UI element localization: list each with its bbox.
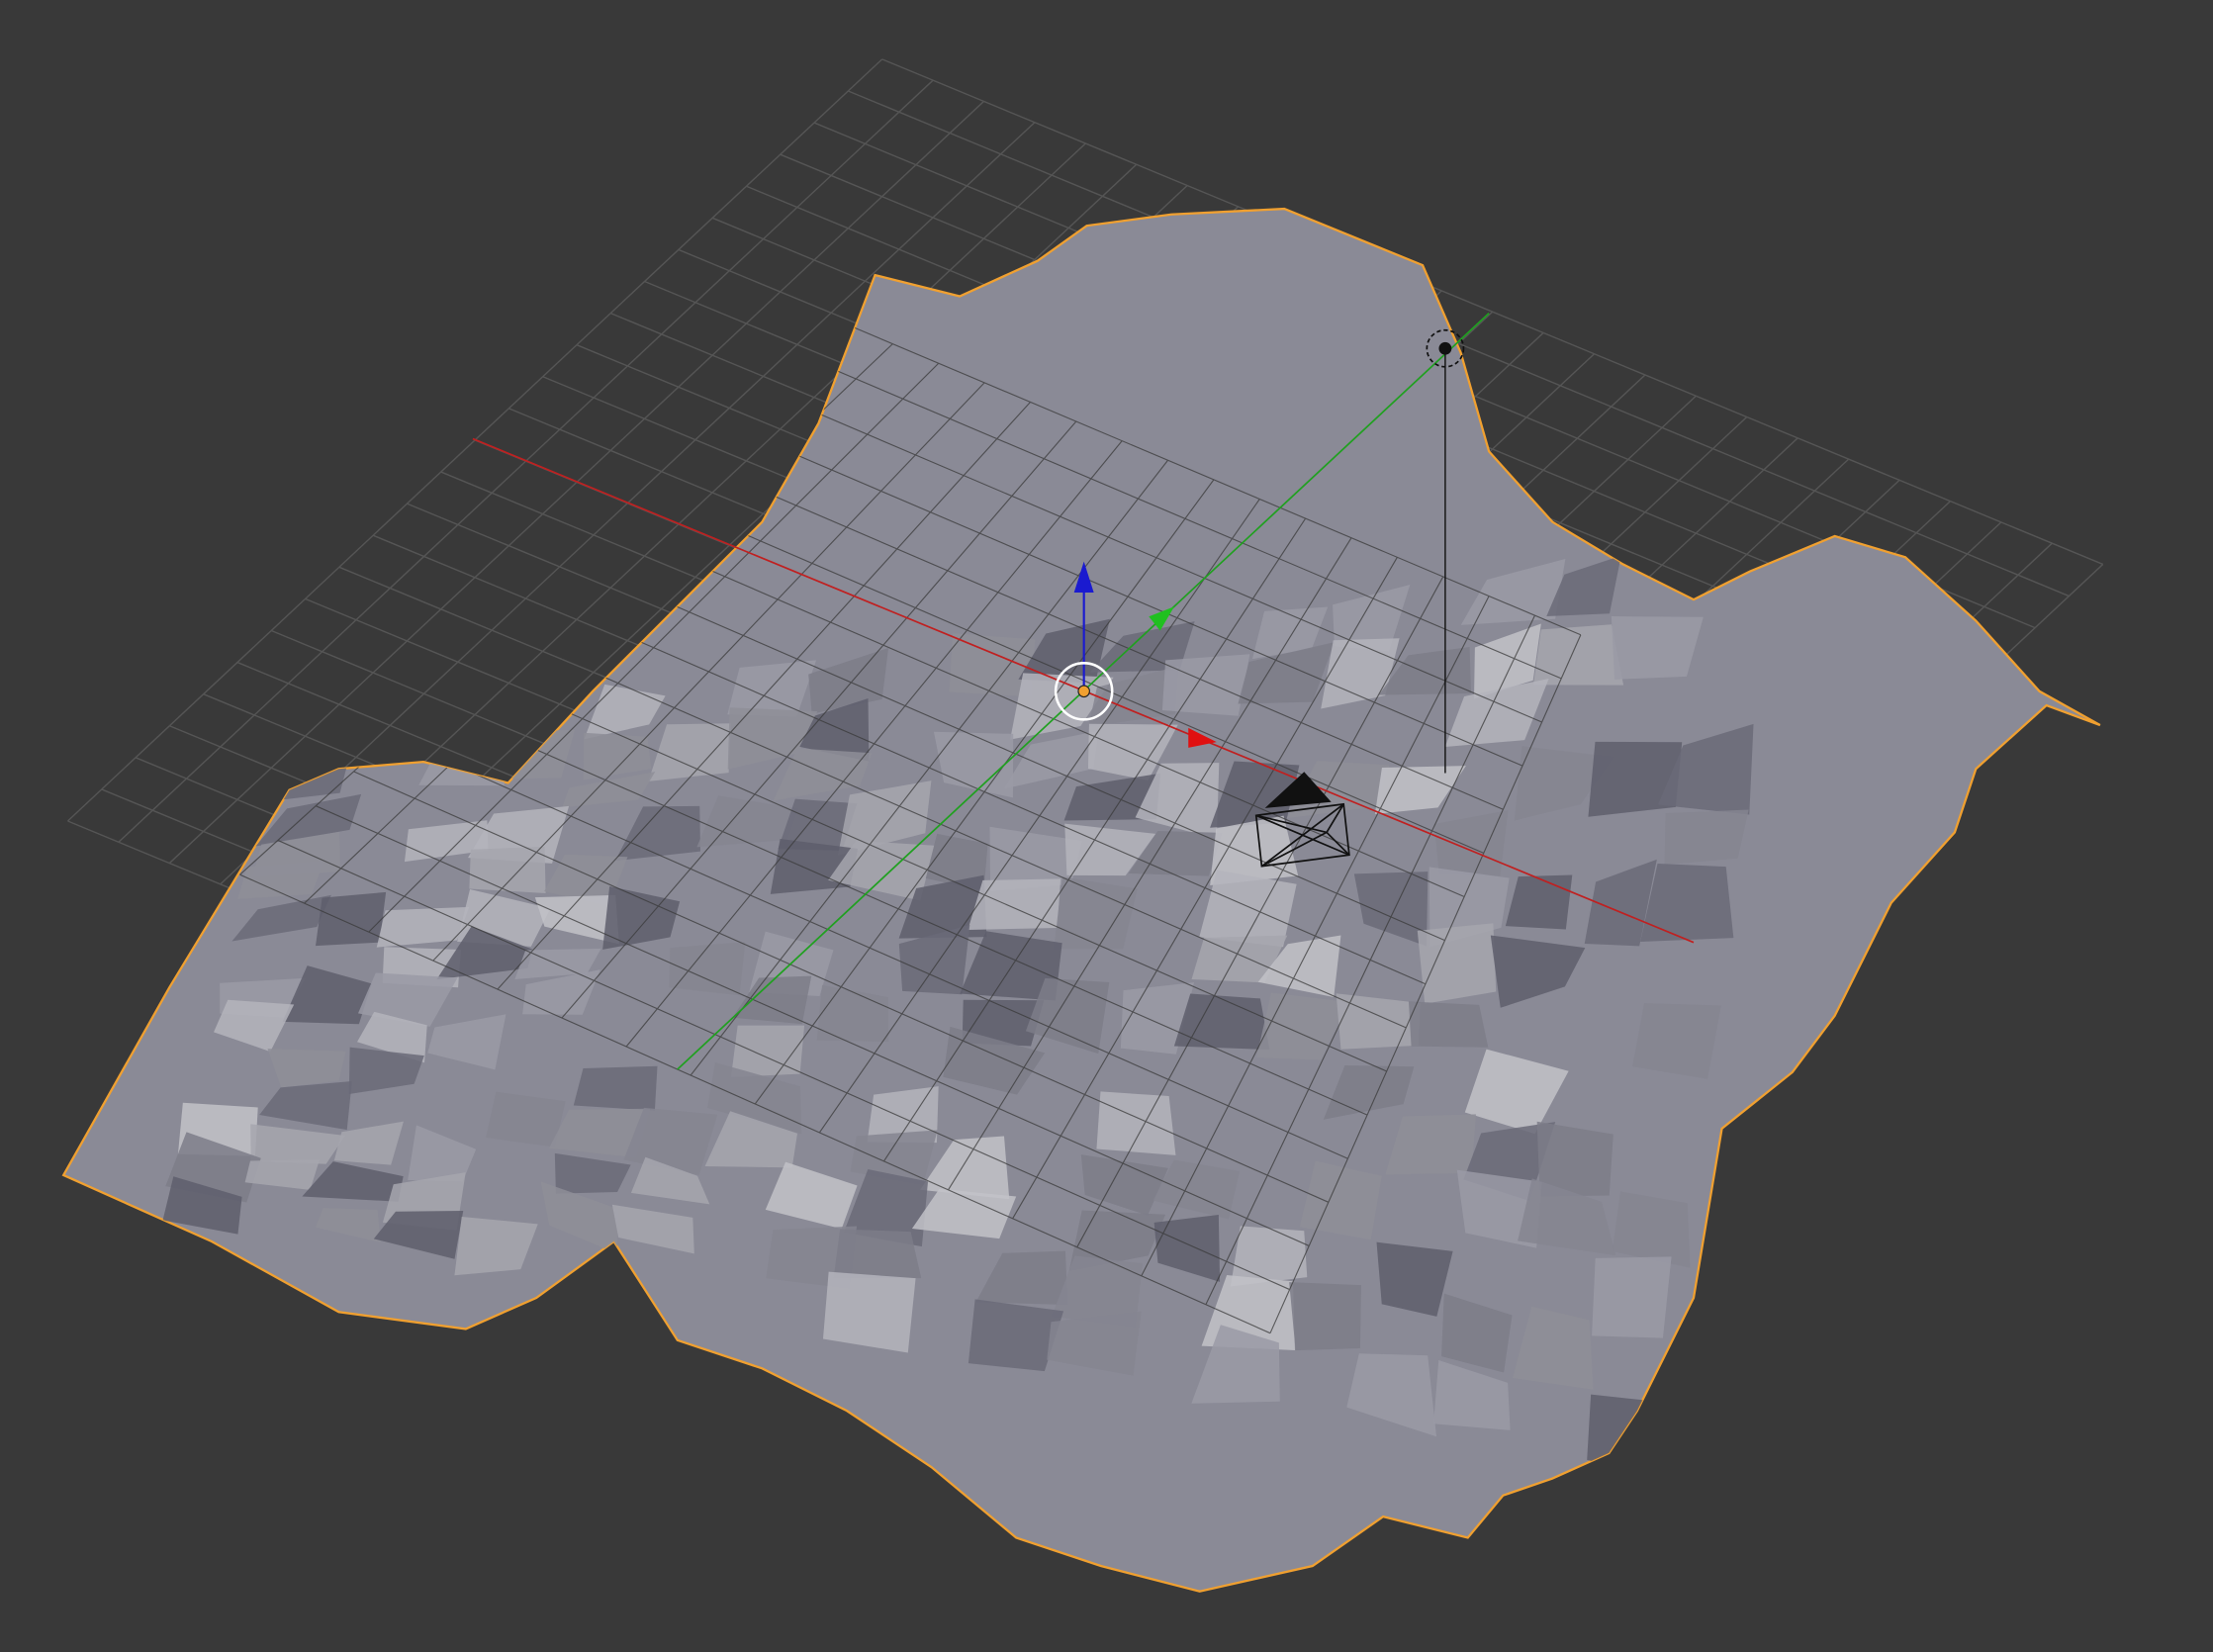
terrain-facet	[1417, 923, 1497, 1004]
terrain-facet	[1161, 654, 1250, 716]
viewport-canvas[interactable]	[0, 0, 2213, 1652]
terrain-facet	[1408, 1001, 1489, 1048]
terrain-facet	[1592, 1256, 1672, 1338]
object-origin	[1077, 685, 1090, 698]
terrain-facet	[486, 1091, 566, 1147]
terrain-facet	[669, 942, 746, 996]
3d-viewport[interactable]	[0, 0, 2213, 1652]
terrain-facet	[1054, 876, 1138, 950]
terrain-facet	[1096, 1091, 1176, 1155]
terrain-facet	[1289, 1282, 1361, 1351]
terrain-facet	[316, 891, 387, 947]
terrain-facet	[469, 846, 546, 894]
terrain-mesh[interactable]	[61, 207, 2101, 1593]
terrain-facet	[833, 1229, 922, 1279]
terrain-facet	[1664, 809, 1749, 866]
terrain-facet	[1632, 1003, 1721, 1079]
terrain-facet	[573, 1065, 658, 1111]
terrain-facet	[435, 696, 519, 752]
terrain-facet	[1336, 993, 1421, 1050]
terrain-facet	[1173, 993, 1270, 1051]
terrain-facet	[822, 1271, 916, 1353]
